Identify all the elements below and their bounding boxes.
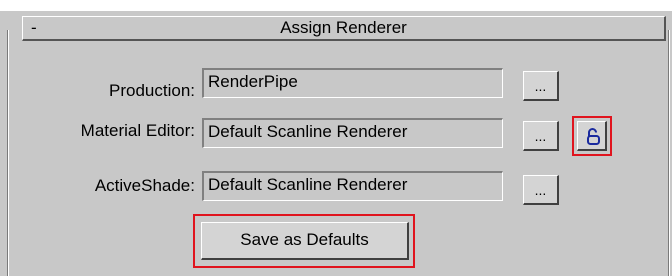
material-editor-label: Material Editor: (80, 121, 195, 140)
material-editor-renderer-field: Default Scanline Renderer (202, 118, 503, 148)
production-renderer-field: RenderPipe (202, 68, 503, 98)
material-editor-lock-button[interactable] (577, 121, 607, 151)
save-as-defaults-button[interactable]: Save as Defaults (201, 222, 409, 260)
activeshade-label: ActiveShade: (94, 176, 195, 195)
panel-border (8, 30, 9, 276)
production-browse-button[interactable]: ... (523, 71, 559, 101)
rollout-title: Assign Renderer (280, 18, 407, 37)
activeshade-renderer-field: Default Scanline Renderer (202, 171, 503, 201)
lock-icon (587, 128, 600, 145)
rollout-header-assign-renderer[interactable]: - Assign Renderer (22, 16, 666, 41)
material-editor-browse-button[interactable]: ... (523, 121, 559, 151)
activeshade-browse-button[interactable]: ... (523, 175, 559, 205)
panel-border (669, 30, 670, 276)
panel-border (668, 30, 669, 276)
production-label: Production: (109, 81, 195, 100)
top-strip (0, 0, 672, 11)
